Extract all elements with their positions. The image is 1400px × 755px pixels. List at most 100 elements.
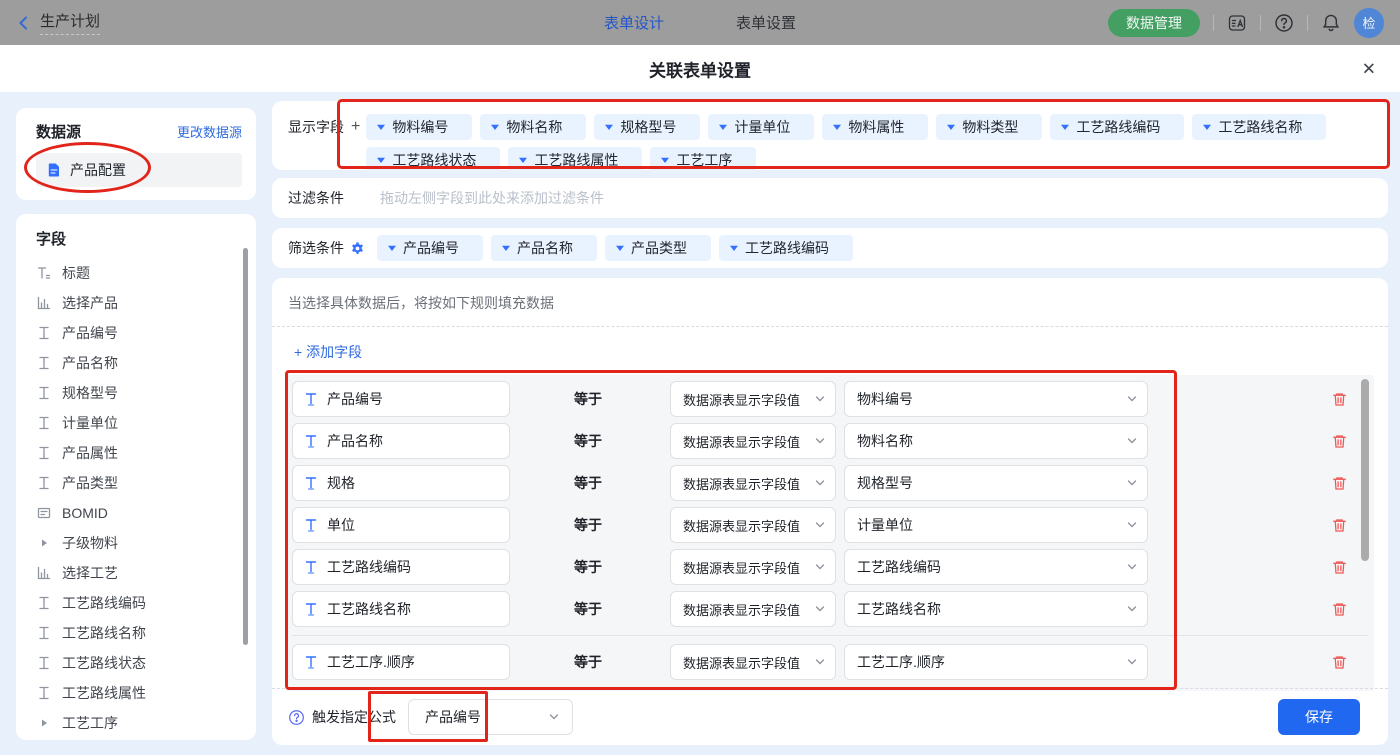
- rule-value-select[interactable]: 物料编号: [844, 381, 1148, 417]
- add-display-field-button[interactable]: +: [351, 119, 360, 135]
- tab-form-design[interactable]: 表单设计: [604, 12, 664, 33]
- display-field-tag[interactable]: 规格型号: [594, 114, 700, 140]
- field-list-item[interactable]: 工艺工序: [36, 708, 256, 738]
- topbar-actions: 数据管理 检: [1108, 8, 1384, 38]
- rule-source-select[interactable]: 数据源表显示字段值: [670, 591, 836, 627]
- divider: [1260, 15, 1261, 31]
- question-circle-icon[interactable]: [288, 709, 305, 726]
- tab-form-settings[interactable]: 表单设置: [736, 12, 796, 33]
- rule-source-select[interactable]: 数据源表显示字段值: [670, 549, 836, 585]
- gear-icon[interactable]: [350, 241, 365, 256]
- field-item-label: 选择工艺: [62, 563, 118, 583]
- change-datasource-link[interactable]: 更改数据源: [177, 122, 242, 141]
- screen-condition-tag[interactable]: 产品编号: [377, 235, 483, 261]
- rule-field-input[interactable]: 规格: [292, 465, 510, 501]
- save-button[interactable]: 保存: [1278, 699, 1360, 735]
- rules-scrollbar[interactable]: [1361, 379, 1369, 561]
- filter-dropzone[interactable]: 拖动左侧字段到此处来添加过滤条件: [380, 188, 604, 208]
- caret-down-icon: [501, 243, 511, 253]
- display-field-tag[interactable]: 工艺路线状态: [366, 147, 500, 173]
- field-list-item[interactable]: 标题: [36, 258, 256, 288]
- avatar[interactable]: 检: [1354, 8, 1384, 38]
- field-list-item[interactable]: 工艺路线状态: [36, 648, 256, 678]
- rule-source-select[interactable]: 数据源表显示字段值: [670, 644, 836, 680]
- rule-source-select[interactable]: 数据源表显示字段值: [670, 507, 836, 543]
- field-list-item[interactable]: 工艺路线属性: [36, 678, 256, 708]
- display-field-tag[interactable]: 工艺路线编码: [1050, 114, 1184, 140]
- back-button[interactable]: 生产计划: [16, 10, 100, 35]
- field-type-icon: [36, 655, 52, 671]
- rule-source-select[interactable]: 数据源表显示字段值: [670, 423, 836, 459]
- field-list-item[interactable]: 产品名称: [36, 348, 256, 378]
- rule-value-select[interactable]: 物料名称: [844, 423, 1148, 459]
- rule-value-select[interactable]: 工艺工序.顺序: [844, 644, 1148, 680]
- delete-rule-button[interactable]: [1331, 559, 1348, 576]
- chevron-down-icon: [814, 519, 826, 531]
- rule-value-select[interactable]: 规格型号: [844, 465, 1148, 501]
- tag-label: 工艺路线编码: [745, 238, 829, 258]
- fields-scrollbar[interactable]: [243, 248, 248, 645]
- bell-icon[interactable]: [1321, 13, 1341, 33]
- display-field-tag[interactable]: 工艺工序: [650, 147, 756, 173]
- rule-row: 工艺工序.顺序 等于 数据源表显示字段值 工艺工序.顺序: [292, 644, 1374, 680]
- rule-field-input[interactable]: 工艺路线编码: [292, 549, 510, 585]
- rule-value-select[interactable]: 计量单位: [844, 507, 1148, 543]
- text-field-icon: [303, 517, 319, 533]
- field-list-item[interactable]: 产品编号: [36, 318, 256, 348]
- field-list-item[interactable]: 计量单位: [36, 408, 256, 438]
- field-list-item[interactable]: 选择工艺: [36, 558, 256, 588]
- screen-condition-tag[interactable]: 工艺路线编码: [719, 235, 853, 261]
- rule-value-select[interactable]: 工艺路线名称: [844, 591, 1148, 627]
- display-field-tag[interactable]: 物料名称: [480, 114, 586, 140]
- translate-icon[interactable]: [1227, 13, 1247, 33]
- delete-rule-button[interactable]: [1331, 654, 1348, 671]
- display-field-tag[interactable]: 工艺路线属性: [508, 147, 642, 173]
- delete-rule-button[interactable]: [1331, 433, 1348, 450]
- help-icon[interactable]: [1274, 13, 1294, 33]
- display-field-tag[interactable]: 物料编号: [366, 114, 472, 140]
- rule-field-input[interactable]: 产品名称: [292, 423, 510, 459]
- delete-rule-button[interactable]: [1331, 391, 1348, 408]
- display-field-tag[interactable]: 物料属性: [822, 114, 928, 140]
- rule-row: 规格 等于 数据源表显示字段值 规格型号: [292, 465, 1374, 501]
- rule-field-label: 产品名称: [327, 431, 383, 451]
- delete-rule-button[interactable]: [1331, 475, 1348, 492]
- field-item-label: 选择产品: [62, 293, 118, 313]
- field-list-item[interactable]: 工艺路线编码: [36, 588, 256, 618]
- field-list-item[interactable]: 子级物料: [36, 528, 256, 558]
- datasource-item-product-config[interactable]: 产品配置: [36, 153, 242, 187]
- display-field-tag[interactable]: 物料类型: [936, 114, 1042, 140]
- rule-field-input[interactable]: 产品编号: [292, 381, 510, 417]
- close-icon[interactable]: ✕: [1362, 60, 1376, 77]
- rule-operator: 等于: [574, 431, 606, 451]
- field-list-item[interactable]: 产品类型: [36, 468, 256, 498]
- trigger-field-select[interactable]: 产品编号: [408, 699, 573, 735]
- back-label: 生产计划: [40, 10, 100, 35]
- rule-field-input[interactable]: 单位: [292, 507, 510, 543]
- field-list-item[interactable]: BOMID: [36, 498, 256, 528]
- fields-list: 标题 选择产品 产品编号 产品名称: [36, 258, 256, 738]
- field-list-item[interactable]: 工艺路线名称: [36, 618, 256, 648]
- chevron-down-icon: [1126, 603, 1138, 615]
- screen-condition-tag[interactable]: 产品类型: [605, 235, 711, 261]
- rule-field-input[interactable]: 工艺路线名称: [292, 591, 510, 627]
- delete-rule-button[interactable]: [1331, 517, 1348, 534]
- display-field-tag[interactable]: 工艺路线名称: [1192, 114, 1326, 140]
- rule-source-select[interactable]: 数据源表显示字段值: [670, 465, 836, 501]
- datasource-panel: 数据源 更改数据源 产品配置: [16, 108, 256, 200]
- rule-field-input[interactable]: 工艺工序.顺序: [292, 644, 510, 680]
- display-field-tag[interactable]: 计量单位: [708, 114, 814, 140]
- rule-value-select[interactable]: 工艺路线编码: [844, 549, 1148, 585]
- field-list-item[interactable]: 规格型号: [36, 378, 256, 408]
- display-fields-label: 显示字段: [288, 117, 344, 137]
- delete-rule-button[interactable]: [1331, 601, 1348, 618]
- screen-condition-tag[interactable]: 产品名称: [491, 235, 597, 261]
- field-list-item[interactable]: 选择产品: [36, 288, 256, 318]
- rule-source-select[interactable]: 数据源表显示字段值: [670, 381, 836, 417]
- add-field-link[interactable]: + 添加字段: [294, 342, 362, 362]
- data-manage-button[interactable]: 数据管理: [1108, 9, 1200, 37]
- screen-condition-panel: 筛选条件 产品编号 产品名称: [272, 228, 1388, 268]
- field-list-item[interactable]: 产品属性: [36, 438, 256, 468]
- rule-source-value: 数据源表显示字段值: [683, 653, 800, 672]
- rule-value: 物料名称: [857, 431, 913, 451]
